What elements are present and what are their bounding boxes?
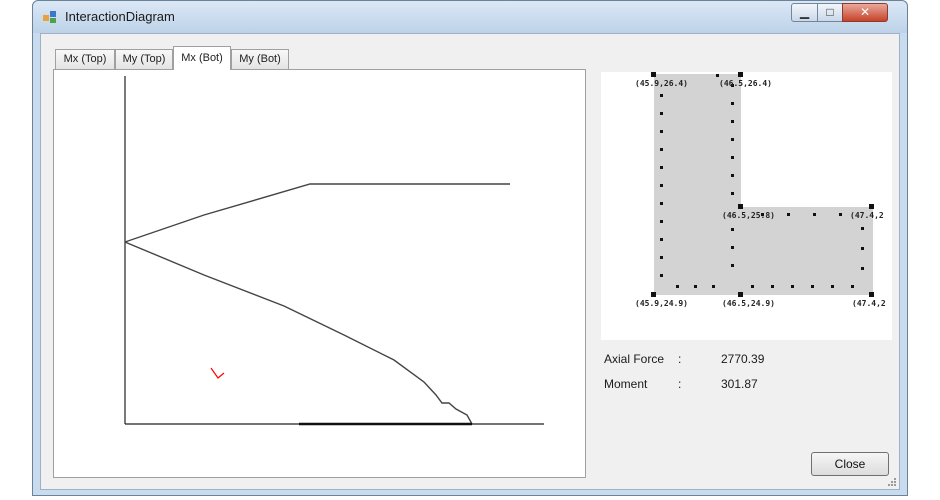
tab-my-top[interactable]: My (Top) [115,49,173,69]
client-area: Mx (Top) My (Top) Mx (Bot) My (Bot) (45.… [40,33,900,490]
minimize-icon: ▁ [799,5,810,19]
moment-label: Moment [604,377,648,391]
coord-bot-left: (45.9,24.9) [635,299,688,308]
close-window-button[interactable]: ✕ [842,3,888,22]
maximize-icon: □ [826,5,834,19]
coord-top-right: (46.5,26.4) [719,79,772,88]
coord-bot-mid: (46.5,24.9) [722,299,775,308]
main-window: InteractionDiagram ▁ □ ✕ Mx (Top) My (To… [32,0,908,496]
axial-force-separator: : [678,352,682,366]
moment-value: 301.87 [721,377,758,391]
coord-top-left: (45.9,26.4) [635,79,688,88]
maximize-button[interactable]: □ [817,3,843,22]
title-bar[interactable]: InteractionDiagram ▁ □ ✕ [33,1,907,33]
coord-mid-right: (47.4,2 [850,211,884,220]
app-icon [43,11,56,23]
window-title: InteractionDiagram [65,9,175,24]
close-button[interactable]: Close [811,452,889,476]
tab-panel [53,69,586,478]
axial-force-value: 2770.39 [721,352,765,366]
section-shape [654,74,873,295]
tab-mx-bot[interactable]: Mx (Bot) [173,46,231,70]
upper-curve [124,183,510,243]
interaction-diagram [124,76,544,426]
tab-mx-top[interactable]: Mx (Top) [55,49,115,69]
moment-separator: : [678,377,682,391]
section-drawing: (45.9,26.4) (46.5,26.4) (46.5,25.8) (47.… [635,72,886,308]
close-icon: ✕ [859,5,871,19]
red-marker [210,367,225,379]
tab-my-bot[interactable]: My (Bot) [231,49,289,69]
coord-bot-right: (47.4,2 [852,299,886,308]
section-view: (45.9,26.4) (46.5,26.4) (46.5,25.8) (47.… [601,72,892,340]
axial-force-label: Axial Force [604,352,665,366]
resize-grip-icon[interactable] [887,477,897,487]
coord-mid-left: (46.5,25.8) [722,211,775,220]
lower-curve [124,241,473,425]
minimize-button[interactable]: ▁ [791,3,818,22]
